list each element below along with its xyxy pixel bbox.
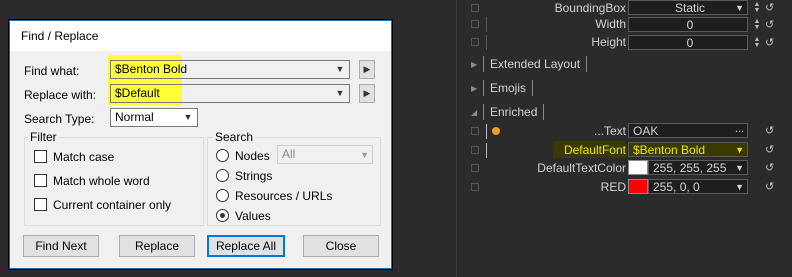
close-button[interactable]: Close xyxy=(303,235,379,257)
collapse-arrow-icon[interactable]: ◢ xyxy=(471,108,477,117)
color-swatch-red[interactable] xyxy=(628,179,648,194)
boundingbox-select[interactable]: Static ▼ xyxy=(628,0,748,15)
find-next-button[interactable]: Find Next xyxy=(23,235,99,257)
search-type-value: Normal xyxy=(115,110,154,124)
match-case-label[interactable]: Match case xyxy=(53,150,114,164)
find-what-label: Find what: xyxy=(24,64,80,78)
reset-icon[interactable]: ↺ xyxy=(765,143,774,156)
row-marker xyxy=(471,20,479,28)
width-input[interactable]: 0 xyxy=(628,17,748,32)
section-emojis[interactable]: Emojis xyxy=(483,80,534,96)
width-label: Width xyxy=(595,17,626,31)
find-arrow-button[interactable]: ▶ xyxy=(359,60,375,79)
section-enriched[interactable]: Enriched xyxy=(483,104,545,120)
text-value: OAK xyxy=(633,124,659,138)
chevron-down-icon: ▼ xyxy=(735,182,744,192)
replace-with-combo[interactable]: $Default ▼ xyxy=(110,84,350,103)
red-select[interactable]: 255, 0, 0 ▼ xyxy=(648,179,748,194)
spin-icon[interactable]: ▲ ▼ xyxy=(752,18,762,31)
chevron-down-icon: ▼ xyxy=(735,3,744,13)
expand-arrow-icon[interactable]: ▶ xyxy=(471,60,477,69)
chevron-down-icon: ▼ xyxy=(183,112,193,122)
replace-all-button[interactable]: Replace All xyxy=(207,235,285,257)
row-marker xyxy=(471,164,479,172)
defaulttextcolor-label: DefaultTextColor xyxy=(537,161,626,175)
expand-arrow-icon[interactable]: ▶ xyxy=(471,84,477,93)
chevron-down-icon[interactable]: ▼ xyxy=(333,62,347,77)
defaultfont-value: $Benton Bold xyxy=(633,143,706,157)
defaultfont-select[interactable]: $Benton Bold ▼ xyxy=(628,142,748,157)
row-tick xyxy=(486,143,487,158)
nodes-radio[interactable] xyxy=(216,149,229,162)
row-tick xyxy=(486,124,487,139)
defaulttextcolor-value: 255, 255, 255 xyxy=(653,161,727,175)
spin-icon[interactable]: ▲ ▼ xyxy=(752,36,762,49)
more-button[interactable]: ... xyxy=(735,122,744,136)
reset-icon[interactable]: ↺ xyxy=(765,1,774,14)
chevron-down-icon: ▼ xyxy=(360,150,369,160)
match-whole-word-label[interactable]: Match whole word xyxy=(53,174,150,188)
spin-icon: ▲ ▼ xyxy=(753,1,761,14)
replace-arrow-button[interactable]: ▶ xyxy=(359,84,375,103)
row-tick xyxy=(486,17,487,32)
match-whole-word-checkbox[interactable] xyxy=(34,174,47,187)
replace-with-label: Replace with: xyxy=(24,88,97,102)
defaultfont-label: DefaultFont xyxy=(563,143,626,157)
play-icon: ▶ xyxy=(363,88,371,98)
boundingbox-value: Static xyxy=(674,1,705,15)
values-label[interactable]: Values xyxy=(235,209,271,223)
reset-icon[interactable]: ↺ xyxy=(765,36,774,49)
find-what-value: $Benton Bold xyxy=(115,62,188,76)
color-swatch-white[interactable] xyxy=(628,160,648,175)
row-marker xyxy=(471,38,479,46)
row-marker xyxy=(471,146,479,154)
current-container-checkbox[interactable] xyxy=(34,198,47,211)
chevron-down-icon: ▼ xyxy=(735,163,744,173)
play-icon: ▶ xyxy=(363,64,371,74)
strings-radio[interactable] xyxy=(216,169,229,182)
replace-button[interactable]: Replace xyxy=(119,235,195,257)
text-label: ...Text xyxy=(593,124,626,138)
height-input[interactable]: 0 xyxy=(628,35,748,50)
chevron-down-icon: ▼ xyxy=(735,145,744,155)
strings-label[interactable]: Strings xyxy=(235,169,272,183)
height-label: Height xyxy=(591,35,626,49)
dialog-title: Find / Replace xyxy=(10,21,391,51)
red-value: 255, 0, 0 xyxy=(653,180,700,194)
find-what-combo[interactable]: $Benton Bold ▼ xyxy=(110,60,350,79)
resources-urls-radio[interactable] xyxy=(216,189,229,202)
row-marker xyxy=(471,4,479,12)
replace-with-value: $Default xyxy=(115,86,160,100)
reset-icon[interactable]: ↺ xyxy=(765,180,774,193)
nodes-dropdown: All ▼ xyxy=(277,145,373,164)
red-label: RED xyxy=(600,180,626,194)
bound-dot-icon xyxy=(492,127,500,135)
boundingbox-label: BoundingBox xyxy=(554,1,626,15)
match-case-checkbox[interactable] xyxy=(34,150,47,163)
reset-icon[interactable]: ↺ xyxy=(765,18,774,31)
search-type-label: Search Type: xyxy=(24,112,95,126)
section-extended-layout[interactable]: Extended Layout xyxy=(483,56,588,72)
defaulttextcolor-select[interactable]: 255, 255, 255 ▼ xyxy=(648,160,748,175)
reset-icon[interactable]: ↺ xyxy=(765,161,774,174)
chevron-down-icon[interactable]: ▼ xyxy=(333,86,347,101)
search-group-title: Search xyxy=(213,130,256,144)
find-replace-dialog: Find / Replace Find what: $Benton Bold ▼… xyxy=(9,20,392,269)
values-radio[interactable] xyxy=(216,209,229,222)
text-input[interactable]: OAK ... xyxy=(628,123,748,138)
resources-urls-label[interactable]: Resources / URLs xyxy=(235,189,332,203)
search-type-select[interactable]: Normal ▼ xyxy=(110,108,198,127)
nodes-label[interactable]: Nodes xyxy=(235,149,270,163)
row-tick xyxy=(486,35,487,50)
nodes-dropdown-value: All xyxy=(282,147,296,161)
filter-group-title: Filter xyxy=(28,130,59,144)
row-marker xyxy=(471,183,479,191)
panel-divider xyxy=(456,0,457,277)
row-marker xyxy=(471,127,479,135)
current-container-label[interactable]: Current container only xyxy=(53,198,171,212)
reset-icon[interactable]: ↺ xyxy=(765,124,774,137)
